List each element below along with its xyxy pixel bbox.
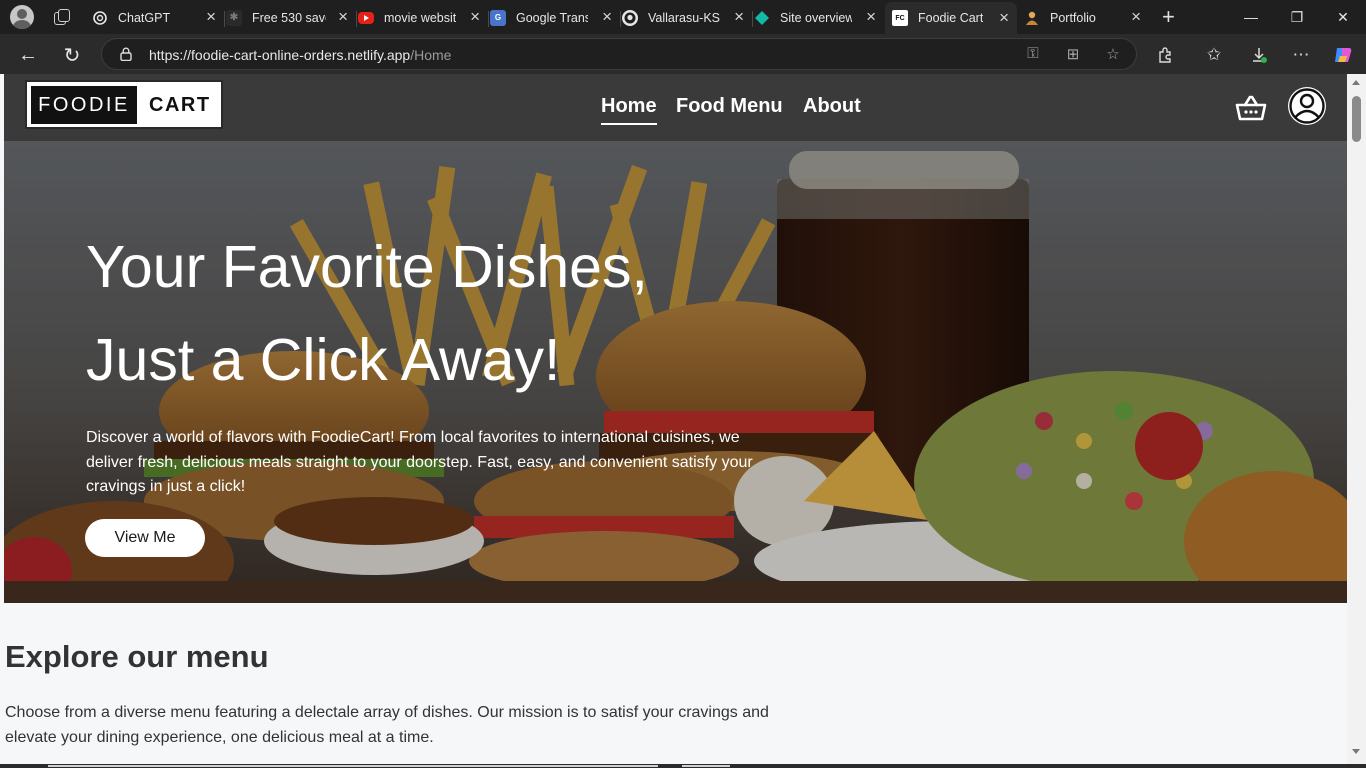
explore-menu-description: Choose from a diverse menu featuring a d… — [5, 704, 769, 746]
copilot-icon[interactable] — [1330, 42, 1356, 68]
netlify-icon — [754, 10, 770, 26]
tab-title: Free 530 save — [252, 10, 326, 25]
restore-button[interactable]: ❐ — [1274, 0, 1320, 34]
tab-title: movie websit — [384, 10, 456, 25]
tab-title: ChatGPT — [118, 10, 171, 25]
tab-bar: ChatGPT × ✱ Free 530 save × movie websit… — [0, 0, 1366, 34]
foodie-cart-favicon: FC — [892, 10, 908, 26]
google-translate-icon: G — [490, 9, 506, 26]
extensions-icon[interactable] — [1152, 42, 1178, 68]
view-me-button[interactable]: View Me — [85, 519, 205, 557]
tab-portfolio[interactable]: Portfolio × — [1019, 3, 1149, 32]
new-tab-button[interactable]: + — [1162, 6, 1175, 28]
downloads-icon[interactable] — [1246, 42, 1272, 68]
nav-about-link[interactable]: About — [803, 95, 861, 125]
close-tab-icon[interactable]: × — [734, 8, 744, 25]
basket-cart-icon[interactable] — [1235, 94, 1267, 122]
minimize-button[interactable]: — — [1228, 0, 1274, 34]
close-tab-icon[interactable]: × — [999, 9, 1009, 26]
reload-button[interactable]: ↻ — [58, 41, 86, 69]
hero-title: Your Favorite Dishes, Just a Click Away! — [86, 221, 846, 407]
logo-cart: CART — [149, 93, 211, 116]
tab-title: Foodie Cart — [918, 11, 984, 25]
tab-movie-website[interactable]: movie websit × — [358, 3, 489, 32]
scroll-up-arrow-icon[interactable] — [1352, 80, 1360, 85]
close-tab-icon[interactable]: × — [470, 8, 480, 25]
tab-title: Vallarasu-KSC — [648, 10, 720, 25]
site-navbar: FOODIE CART Home Food Menu About — [4, 74, 1347, 141]
hero-description: Discover a world of flavors with FoodieC… — [86, 429, 753, 495]
nav-food-menu-link[interactable]: Food Menu — [676, 95, 783, 125]
logo-foodie: FOODIE — [31, 86, 137, 124]
tab-free-save[interactable]: ✱ Free 530 save × — [226, 3, 357, 32]
favorites-icon[interactable]: ✩ — [1201, 42, 1227, 68]
lock-icon[interactable] — [120, 47, 132, 61]
close-tab-icon[interactable]: × — [338, 8, 348, 25]
tab-title: Site overview — [780, 10, 852, 25]
bottom-edge-strip — [0, 764, 1366, 768]
tab-title: Portfolio — [1050, 10, 1096, 25]
tab-github[interactable]: Vallarasu-KSC × — [622, 3, 753, 32]
scrollbar-thumb[interactable] — [1352, 96, 1361, 142]
close-window-button[interactable]: ✕ — [1320, 0, 1366, 34]
more-options-icon[interactable]: ⋯ — [1288, 42, 1314, 68]
close-tab-icon[interactable]: × — [866, 8, 876, 25]
address-toolbar: ← ↻ https://foodie-cart-online-orders.ne… — [0, 34, 1366, 74]
tab-netlify-site-overview[interactable]: Site overview × — [754, 3, 884, 32]
close-tab-icon[interactable]: × — [1131, 8, 1141, 25]
back-button[interactable]: ← — [14, 41, 42, 69]
foodie-cart-logo[interactable]: FOODIE CART — [25, 80, 223, 129]
hero-title-line2: Just a Click Away! — [86, 327, 561, 393]
openai-icon — [92, 10, 108, 26]
github-icon — [622, 9, 638, 26]
scroll-down-arrow-icon[interactable] — [1352, 749, 1360, 754]
tab-title: Google Transl — [516, 10, 588, 25]
url-path: /Home — [410, 47, 452, 63]
url-text[interactable]: https://foodie-cart-online-orders.netlif… — [149, 47, 451, 63]
url-host: https://foodie-cart-online-orders.netlif… — [149, 47, 411, 63]
hero-banner: Your Favorite Dishes, Just a Click Away!… — [4, 141, 1347, 603]
youtube-icon — [358, 11, 374, 24]
explore-menu-heading: Explore our menu — [5, 639, 269, 674]
user-account-icon[interactable] — [1286, 85, 1328, 127]
page-scrollbar[interactable] — [1347, 74, 1366, 768]
key-icon[interactable]: ⚿ — [1023, 45, 1043, 65]
close-tab-icon[interactable]: × — [206, 8, 216, 25]
nav-home-link[interactable]: Home — [601, 95, 657, 125]
tab-foodie-cart[interactable]: FC Foodie Cart × — [885, 2, 1017, 34]
profile-avatar-icon[interactable] — [10, 5, 34, 29]
paw-icon: ✱ — [226, 9, 242, 26]
close-tab-icon[interactable]: × — [602, 8, 612, 25]
app-available-icon[interactable]: ⊞ — [1063, 45, 1083, 65]
hero-title-line1: Your Favorite Dishes, — [86, 234, 648, 300]
page-viewport: FOODIE CART Home Food Menu About Your Fa… — [0, 74, 1366, 768]
portfolio-favicon — [1024, 10, 1040, 26]
tab-chatgpt[interactable]: ChatGPT × — [92, 3, 225, 32]
workspaces-icon[interactable] — [52, 7, 72, 27]
favorite-star-icon[interactable]: ☆ — [1103, 45, 1123, 65]
address-bar[interactable]: https://foodie-cart-online-orders.netlif… — [101, 38, 1137, 70]
tab-google-translate[interactable]: G Google Transl × — [490, 3, 621, 32]
